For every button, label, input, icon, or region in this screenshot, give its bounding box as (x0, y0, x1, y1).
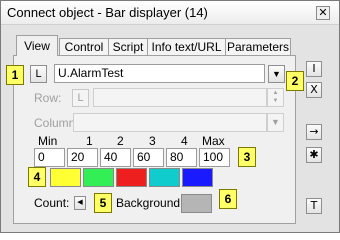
text-icon: T (310, 199, 318, 212)
callout-5: 5 (94, 193, 112, 213)
column-dropdown-button[interactable]: ▼ (267, 113, 284, 132)
row-spinner[interactable]: ▲ ▼ (267, 88, 284, 107)
threshold-input-2[interactable]: 40 (100, 148, 131, 167)
color-swatch-3[interactable] (116, 168, 147, 187)
object-path-value: U.AlarmTest (58, 66, 124, 80)
threshold-header-max: Max (202, 134, 225, 148)
column-select[interactable] (73, 113, 267, 132)
color-swatch-1[interactable] (50, 168, 81, 187)
callout-4: 4 (28, 167, 46, 187)
tab-info-text-url[interactable]: Info text/URL (147, 38, 226, 56)
callout-1: 1 (6, 65, 24, 85)
text-button[interactable]: T (306, 198, 322, 214)
object-path-field[interactable]: U.AlarmTest (54, 64, 265, 83)
close-button[interactable]: ✕ (316, 6, 330, 20)
callout-3: 3 (238, 147, 256, 167)
callout-2: 2 (286, 71, 304, 91)
object-dropdown-button[interactable]: ▼ (268, 65, 285, 83)
callout-6: 6 (219, 189, 237, 209)
spin-up-icon: ▲ (272, 90, 279, 96)
threshold-input-4[interactable]: 80 (166, 148, 197, 167)
chevron-down-icon: ▼ (272, 69, 281, 79)
background-label: Background: (116, 196, 184, 210)
chevron-down-icon: ▼ (271, 117, 280, 127)
color-swatch-2[interactable] (83, 168, 114, 187)
connect-button[interactable]: → (306, 124, 322, 140)
threshold-header-min: Min (38, 134, 58, 148)
asterisk-icon: ✱ (309, 148, 319, 161)
row-l-button[interactable]: L (72, 89, 89, 107)
threshold-input-max[interactable]: 100 (199, 148, 230, 167)
object-l-button[interactable]: L (30, 65, 47, 83)
tab-control[interactable]: Control (59, 38, 109, 56)
window-title: Connect object - Bar displayer (14) (7, 5, 208, 20)
column-label: Column: (34, 116, 79, 130)
color-swatch-5[interactable] (182, 168, 213, 187)
threshold-header-3: 3 (149, 134, 156, 148)
color-swatch-4[interactable] (149, 168, 180, 187)
threshold-header-4: 4 (181, 134, 188, 148)
insert-button[interactable]: I (306, 61, 322, 77)
arrow-left-icon: ◀ (77, 199, 83, 206)
threshold-input-3[interactable]: 60 (133, 148, 164, 167)
background-color-swatch[interactable] (181, 194, 212, 213)
title-bar: Connect object - Bar displayer (14) ✕ (1, 1, 339, 25)
threshold-input-min[interactable]: 0 (34, 148, 65, 167)
count-decrement-button[interactable]: ◀ (74, 196, 86, 210)
threshold-header-1: 1 (86, 134, 93, 148)
cursor-icon: I (312, 62, 316, 75)
row-field[interactable] (93, 88, 267, 107)
count-label: Count: (34, 196, 70, 210)
row-label: Row: (34, 91, 62, 105)
spin-down-icon: ▼ (272, 98, 279, 104)
tab-view[interactable]: View (16, 35, 58, 56)
threshold-input-1[interactable]: 20 (67, 148, 98, 167)
delete-button[interactable]: X (306, 82, 322, 98)
clear-button[interactable]: ✱ (306, 147, 322, 163)
threshold-header-2: 2 (117, 134, 124, 148)
arrow-right-icon: → (309, 125, 319, 138)
tab-script[interactable]: Script (108, 38, 148, 56)
tab-parameters[interactable]: Parameters (225, 38, 291, 56)
close-icon: X (310, 83, 318, 96)
